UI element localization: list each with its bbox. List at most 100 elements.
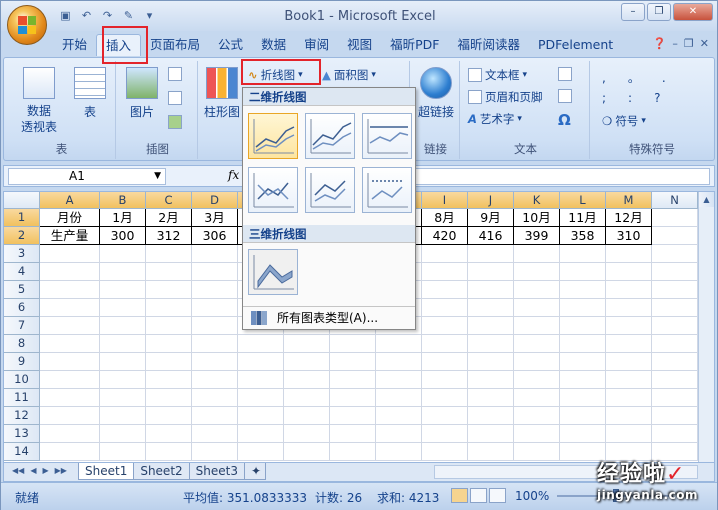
cell[interactable]	[652, 353, 698, 371]
cell[interactable]	[330, 425, 376, 443]
cell[interactable]	[560, 281, 606, 299]
cell[interactable]	[422, 299, 468, 317]
cell[interactable]	[652, 263, 698, 281]
cell[interactable]	[652, 389, 698, 407]
cell[interactable]	[422, 353, 468, 371]
pivot-table-button[interactable]: 数据 透视表	[12, 67, 66, 135]
cell[interactable]	[100, 317, 146, 335]
name-box[interactable]: A1 ▼	[8, 168, 166, 185]
header-footer-button[interactable]: 页眉和页脚	[468, 89, 543, 105]
cell[interactable]	[514, 263, 560, 281]
cell[interactable]	[192, 299, 238, 317]
cell[interactable]	[468, 443, 514, 461]
cell[interactable]	[40, 317, 100, 335]
cell[interactable]: 310	[606, 227, 652, 245]
cell[interactable]	[468, 281, 514, 299]
cell[interactable]	[422, 281, 468, 299]
column-header-l[interactable]: L	[560, 192, 606, 209]
cell[interactable]	[146, 317, 192, 335]
cell[interactable]	[100, 371, 146, 389]
cell[interactable]	[330, 443, 376, 461]
area-chart-button[interactable]: ▲ 面积图 ▾	[322, 67, 376, 83]
row-header[interactable]: 13	[4, 425, 40, 443]
cell[interactable]	[40, 425, 100, 443]
tab-data[interactable]: 数据	[252, 34, 295, 56]
percent-stacked-markers-option[interactable]	[362, 167, 412, 213]
cell[interactable]	[652, 245, 698, 263]
ribbon-restore-icon[interactable]: ❐	[684, 37, 694, 50]
cell[interactable]	[376, 425, 422, 443]
row-header[interactable]: 12	[4, 407, 40, 425]
tab-foxit-reader[interactable]: 福昕阅读器	[448, 34, 529, 56]
cell[interactable]	[422, 407, 468, 425]
ribbon-minimize-icon[interactable]: –	[672, 37, 678, 50]
cell[interactable]: 生产量	[40, 227, 100, 245]
cell[interactable]	[652, 281, 698, 299]
cell[interactable]	[146, 407, 192, 425]
cell[interactable]	[100, 263, 146, 281]
cell[interactable]	[238, 389, 284, 407]
row-header[interactable]: 1	[4, 209, 40, 227]
sheet-tab-sheet2[interactable]: Sheet2	[133, 463, 190, 480]
table-button[interactable]: 表	[70, 67, 110, 120]
cell[interactable]	[606, 425, 652, 443]
cell[interactable]	[146, 281, 192, 299]
row-header[interactable]: 7	[4, 317, 40, 335]
cell[interactable]	[40, 371, 100, 389]
hyperlink-button[interactable]: 超链接	[414, 67, 458, 120]
row-header[interactable]: 10	[4, 371, 40, 389]
cell[interactable]	[146, 425, 192, 443]
cell[interactable]	[376, 335, 422, 353]
cell[interactable]	[376, 407, 422, 425]
cell[interactable]	[376, 443, 422, 461]
ribbon-close-icon[interactable]: ✕	[700, 37, 709, 50]
cell[interactable]	[468, 425, 514, 443]
cell[interactable]: 399	[514, 227, 560, 245]
cell[interactable]	[652, 407, 698, 425]
restore-button[interactable]: ❐	[647, 3, 671, 21]
cell[interactable]	[652, 209, 698, 227]
cell[interactable]	[652, 335, 698, 353]
cell[interactable]	[606, 371, 652, 389]
cell[interactable]	[238, 353, 284, 371]
cell[interactable]	[330, 407, 376, 425]
cell[interactable]: 8月	[422, 209, 468, 227]
cell[interactable]	[100, 443, 146, 461]
cell[interactable]	[560, 353, 606, 371]
insert-sheet-icon[interactable]: ✦	[243, 463, 266, 480]
cell[interactable]	[100, 389, 146, 407]
cell[interactable]	[284, 353, 330, 371]
cell[interactable]	[514, 425, 560, 443]
cell[interactable]	[100, 245, 146, 263]
cell[interactable]	[192, 389, 238, 407]
cell[interactable]	[192, 335, 238, 353]
cell[interactable]	[146, 371, 192, 389]
cell[interactable]	[40, 263, 100, 281]
cell[interactable]	[100, 299, 146, 317]
cell[interactable]	[100, 353, 146, 371]
symbol-button[interactable]: ❍ 符号 ▾	[602, 113, 646, 129]
picture-button[interactable]: 图片	[122, 67, 162, 120]
cell[interactable]: 10月	[514, 209, 560, 227]
vertical-scrollbar[interactable]: ▲	[698, 192, 714, 462]
row-header[interactable]: 3	[4, 245, 40, 263]
cell[interactable]	[560, 245, 606, 263]
column-header-n[interactable]: N	[652, 192, 698, 209]
cell[interactable]	[284, 425, 330, 443]
cell[interactable]	[40, 443, 100, 461]
clipart-button[interactable]	[168, 67, 182, 81]
cell[interactable]	[146, 353, 192, 371]
first-sheet-icon[interactable]: ◀◀	[12, 466, 24, 475]
cell[interactable]	[606, 299, 652, 317]
cell[interactable]	[192, 407, 238, 425]
tab-home[interactable]: 开始	[53, 34, 96, 56]
cell[interactable]	[284, 371, 330, 389]
cell[interactable]	[468, 245, 514, 263]
cell[interactable]: 3月	[192, 209, 238, 227]
shapes-button[interactable]	[168, 91, 182, 105]
cell[interactable]: 2月	[146, 209, 192, 227]
cell[interactable]	[422, 335, 468, 353]
cell[interactable]	[238, 443, 284, 461]
cell[interactable]	[606, 407, 652, 425]
cell[interactable]	[560, 335, 606, 353]
